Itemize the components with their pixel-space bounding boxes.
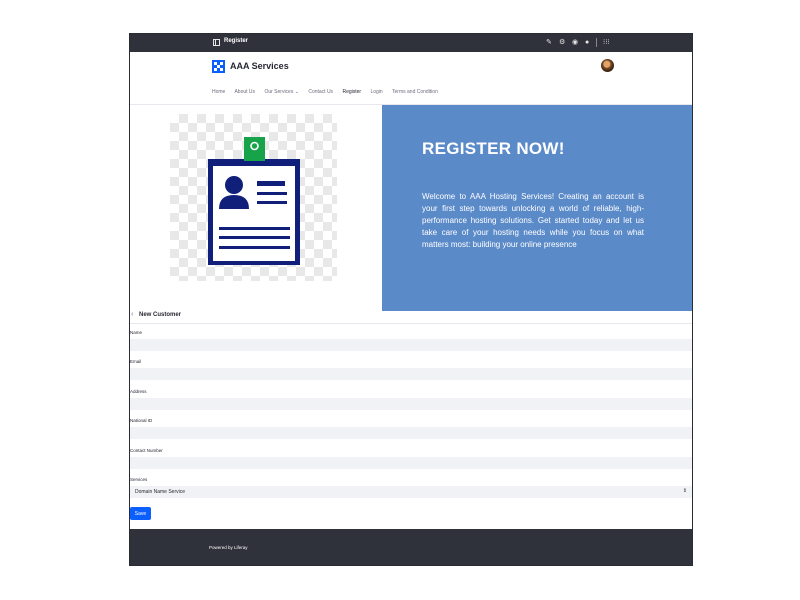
info-icon[interactable]: ● [585,38,589,47]
email-field[interactable] [130,368,692,380]
services-label: Services [130,477,148,482]
banner-heading: REGISTER NOW! [422,139,565,158]
logo-icon[interactable] [212,60,225,73]
name-field[interactable] [130,339,692,351]
contact-number-field[interactable] [130,457,692,469]
nav-terms[interactable]: Terms and Condition [392,89,438,95]
hero-illustration [130,105,382,311]
control-menu: Register ✎ ⚙ ◉ ● ⁝⁝⁝ [130,34,692,52]
address-label: Address [130,389,147,394]
globe-icon[interactable]: ◉ [572,38,578,47]
powered-by-text: Powered by Liferay [209,545,248,550]
toolbar-divider [596,38,597,47]
nav-our-services[interactable]: Our Services ⌄ [264,89,299,95]
email-label: Email [130,359,142,364]
site-header: AAA Services Home About Us Our Services … [130,52,692,105]
nav-register[interactable]: Register [342,89,361,95]
address-field[interactable] [130,398,692,410]
nav-our-services-label: Our Services [264,89,294,95]
gear-icon[interactable]: ⚙ [559,38,565,47]
back-arrow-icon[interactable]: ‹ [131,311,133,318]
form-header: ‹ New Customer [130,311,692,324]
nav-contact-us[interactable]: Contact Us [308,89,333,95]
browser-page: Register ✎ ⚙ ◉ ● ⁝⁝⁝ AAA Services Home A… [129,33,693,566]
banner-text: Welcome to AAA Hosting Services! Creatin… [422,192,644,249]
save-button[interactable]: Save [130,507,151,520]
main-navigation: Home About Us Our Services ⌄ Contact Us … [212,89,446,95]
apps-grid-icon[interactable]: ⁝⁝⁝ [603,38,610,47]
nav-about-us[interactable]: About Us [234,89,255,95]
site-footer: Powered by Liferay [130,529,692,565]
select-arrows-icon: ⇕ [682,488,687,494]
contact-number-label: Contact Number [130,448,163,453]
national-id-label: National ID [130,418,153,423]
user-avatar[interactable] [601,59,614,72]
services-select[interactable]: Domain Name Service ⇕ [130,486,692,498]
sidebar-toggle-icon[interactable] [213,39,220,46]
nav-home[interactable]: Home [212,89,225,95]
id-badge-icon [208,137,300,265]
services-selected-value: Domain Name Service [135,489,186,495]
register-banner: REGISTER NOW! Welcome to AAA Hosting Ser… [382,105,692,311]
pencil-icon[interactable]: ✎ [546,38,552,47]
form-title: New Customer [139,312,182,318]
page-title: Register [224,38,249,44]
site-name[interactable]: AAA Services [230,61,289,71]
nav-login[interactable]: Login [370,89,382,95]
national-id-field[interactable] [130,427,692,439]
chevron-down-icon: ⌄ [294,89,299,95]
name-label: Name [130,330,143,335]
